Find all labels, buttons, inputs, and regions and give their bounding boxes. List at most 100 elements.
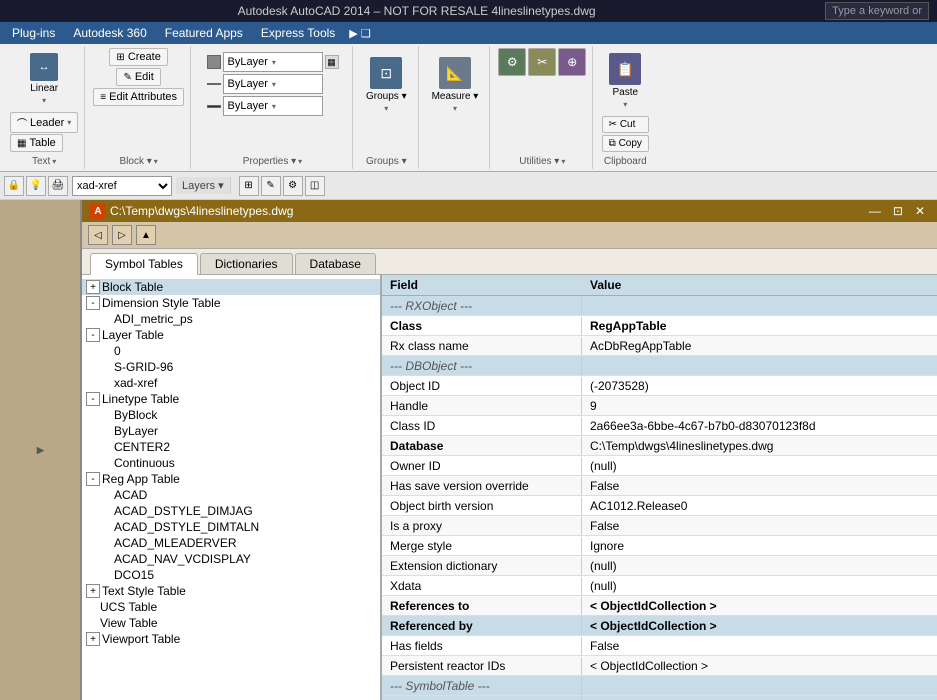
ac-toolbar: ◁ ▷ ▲	[82, 222, 937, 249]
tree-item-dco15[interactable]: DCO15	[82, 567, 380, 583]
layer-icon-2[interactable]: 💡	[26, 176, 46, 196]
clipboard-sub-buttons: ✂ Cut ⧉ Copy	[602, 116, 649, 152]
paste-button[interactable]: 📋 Paste ▾	[602, 48, 648, 114]
color-icon[interactable]: ▦	[325, 55, 339, 69]
tree-item-ucs[interactable]: UCS Table	[82, 599, 380, 615]
props-field-extdict: Extension dictionary	[382, 557, 582, 575]
cut-button[interactable]: ✂ Cut	[602, 116, 649, 133]
group-icon: ⊡	[370, 57, 402, 89]
props-field-dbobject: --- DBObject ---	[382, 357, 582, 375]
layer-icon-1[interactable]: 🔒	[4, 176, 24, 196]
props-value-mergestyle: Ignore	[582, 537, 937, 555]
linear-button[interactable]: ↔ Linear ▾	[21, 48, 67, 110]
bylayer-linetype-dropdown[interactable]: ByLayer ▾	[223, 74, 323, 94]
reg-app-expand[interactable]: -	[86, 472, 100, 486]
ac-title-bar: A C:\Temp\dwgs\4lineslinetypes.dwg — ⊡ ✕	[82, 200, 937, 222]
tree-item-center2[interactable]: CENTER2	[82, 439, 380, 455]
layer-state-select[interactable]: xad-xref	[72, 176, 172, 196]
block-table-expand[interactable]: +	[86, 280, 100, 294]
menu-autodesk360[interactable]: Autodesk 360	[65, 24, 154, 42]
ribbon-group-clipboard: 📋 Paste ▾ ✂ Cut ⧉ Copy Clipboard	[595, 46, 655, 169]
tree-item-continuous[interactable]: Continuous	[82, 455, 380, 471]
tree-item-acad[interactable]: ACAD	[82, 487, 380, 503]
toolbar-icon-6[interactable]: ⚙	[283, 176, 303, 196]
tree-item-linetype-table[interactable]: - Linetype Table	[82, 391, 380, 407]
tab-dictionaries[interactable]: Dictionaries	[200, 253, 293, 274]
clipboard-group-label: Clipboard	[604, 154, 647, 167]
tree-item-view[interactable]: View Table	[82, 615, 380, 631]
linear-dropdown-arrow[interactable]: ▾	[42, 96, 46, 105]
dim-style-expand[interactable]: -	[86, 296, 100, 310]
continuous-label: Continuous	[114, 456, 175, 470]
menu-featured-apps[interactable]: Featured Apps	[157, 24, 251, 42]
tree-item-xad-xref[interactable]: xad-xref	[82, 375, 380, 391]
center2-label: CENTER2	[114, 440, 170, 454]
tree-item-nav[interactable]: ACAD_NAV_VCDISPLAY	[82, 551, 380, 567]
copy-button[interactable]: ⧉ Copy	[602, 135, 649, 152]
ac-back-btn[interactable]: ◁	[88, 225, 108, 245]
props-field-isproxy: Is a proxy	[382, 517, 582, 535]
menu-plugins[interactable]: Plug-ins	[4, 24, 63, 42]
ac-up-btn[interactable]: ▲	[136, 225, 156, 245]
tree-item-dim-style-table[interactable]: - Dimension Style Table	[82, 295, 380, 311]
bylayer-color-dropdown[interactable]: ByLayer ▾	[223, 52, 323, 72]
tree-item-viewport[interactable]: + Viewport Table	[82, 631, 380, 647]
ac-forward-btn[interactable]: ▷	[112, 225, 132, 245]
block-buttons: ⊞ Create ✎ Edit ≡ Edit Attributes	[93, 48, 184, 106]
search-box[interactable]: Type a keyword or	[825, 2, 929, 20]
text-style-expand[interactable]: +	[86, 584, 100, 598]
bylayer-lineweight-dropdown[interactable]: ByLayer ▾	[223, 96, 323, 116]
ribbon-group-utilities: ⚙ ✂ ⊕ Utilities ▾ ▾	[492, 46, 593, 169]
props-field-rxobject: --- RXObject ---	[382, 297, 582, 315]
tree-item-bylayer[interactable]: ByLayer	[82, 423, 380, 439]
group-button[interactable]: ⊡ Groups ▾ ▾	[361, 48, 412, 122]
tree-item-byblock[interactable]: ByBlock	[82, 407, 380, 423]
leader-button[interactable]: ⌒ Leader ▾	[10, 112, 78, 133]
tree-item-block-table[interactable]: + Block Table	[82, 279, 380, 295]
edit-attributes-button[interactable]: ≡ Edit Attributes	[93, 88, 184, 106]
title-bar: Autodesk AutoCAD 2014 – NOT FOR RESALE 4…	[0, 0, 937, 22]
table-button[interactable]: ▦ Table	[10, 134, 63, 152]
tree-item-mleader[interactable]: ACAD_MLEADERVER	[82, 535, 380, 551]
edit-button[interactable]: ✎ Edit	[116, 68, 160, 86]
layer-table-expand[interactable]: -	[86, 328, 100, 342]
utilities-icon-btn[interactable]: ⚙	[498, 48, 526, 76]
ac-maximize-btn[interactable]: ⊡	[889, 204, 907, 218]
title-bar-text: Autodesk AutoCAD 2014 – NOT FOR RESALE 4…	[8, 4, 825, 18]
props-field-refsto: References to	[382, 597, 582, 615]
measure-button[interactable]: 📐 Measure ▾ ▾	[427, 48, 484, 122]
toolbar-icon-5[interactable]: ✎	[261, 176, 281, 196]
ac-minimize-btn[interactable]: —	[865, 204, 885, 218]
toolbar-icon-4[interactable]: ⊞	[239, 176, 259, 196]
props-value-classid: 2a66ee3a-6bbe-4c67-b7b0-d83070123f8d	[582, 417, 937, 435]
create-button[interactable]: ⊞ Create	[109, 48, 167, 66]
linetype-expand[interactable]: -	[86, 392, 100, 406]
tree-item-dstyle-dimtaln[interactable]: ACAD_DSTYLE_DIMTALN	[82, 519, 380, 535]
utilities-icon2-btn[interactable]: ✂	[528, 48, 556, 76]
tree-item-sgrid[interactable]: S-GRID-96	[82, 359, 380, 375]
ac-close-btn[interactable]: ✕	[911, 204, 929, 218]
tree-item-layer-0[interactable]: 0	[82, 343, 380, 359]
viewport-expand[interactable]: +	[86, 632, 100, 646]
props-value-rxobject	[582, 304, 937, 308]
tree-item-dstyle-dimjag[interactable]: ACAD_DSTYLE_DIMJAG	[82, 503, 380, 519]
layer-icon-3[interactable]: 🖨	[48, 176, 68, 196]
props-field-hasfields: Has fields	[382, 637, 582, 655]
tree-item-layer-table[interactable]: - Layer Table	[82, 327, 380, 343]
toolbar-icon-7[interactable]: ◫	[305, 176, 325, 196]
tree-item-adi-metric[interactable]: ADI_metric_ps	[82, 311, 380, 327]
tab-database[interactable]: Database	[295, 253, 376, 274]
props-value-header: Value	[590, 278, 929, 292]
panel-label[interactable]: ◀	[31, 441, 50, 460]
props-row-class: Class RegAppTable	[382, 316, 937, 336]
layers-section[interactable]: Layers ▾	[176, 177, 231, 194]
tab-symbol-tables[interactable]: Symbol Tables	[90, 253, 198, 275]
props-value-isproxy: False	[582, 517, 937, 535]
tree-item-reg-app-table[interactable]: - Reg App Table	[82, 471, 380, 487]
text-buttons: ↔ Linear ▾	[21, 48, 67, 110]
tree-item-text-style[interactable]: + Text Style Table	[82, 583, 380, 599]
menu-express-tools[interactable]: Express Tools	[253, 24, 343, 42]
view-label: View Table	[100, 616, 158, 630]
utilities-icon3-btn[interactable]: ⊕	[558, 48, 586, 76]
props-field-objectid: Object ID	[382, 377, 582, 395]
